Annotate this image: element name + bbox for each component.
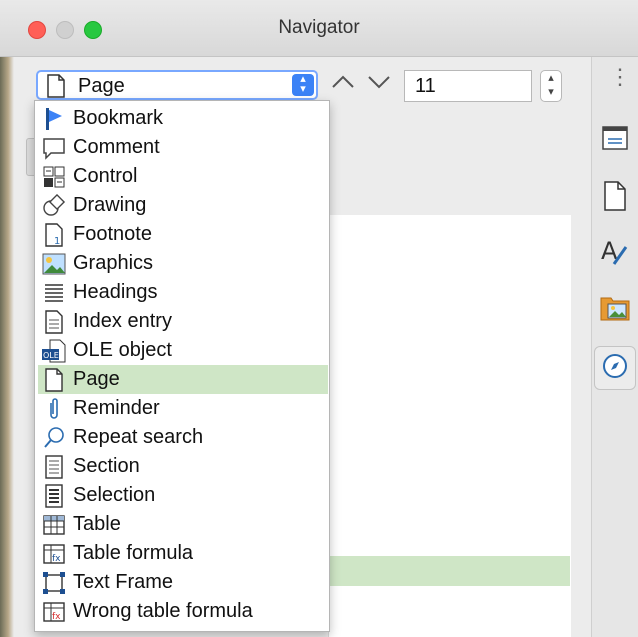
headings-icon bbox=[39, 280, 69, 306]
dropdown-item-table-formula[interactable]: fx Table formula bbox=[38, 539, 328, 568]
content-selected-row[interactable] bbox=[328, 556, 570, 586]
control-icon bbox=[39, 164, 69, 190]
svg-text:fx: fx bbox=[52, 612, 61, 622]
section-icon bbox=[39, 454, 69, 480]
dropdown-item-page[interactable]: Page bbox=[38, 365, 328, 394]
navigate-by-dropdown: Bookmark Comment Control Drawing 1 Footn… bbox=[34, 100, 330, 632]
index-entry-icon bbox=[39, 309, 69, 335]
previous-button[interactable] bbox=[330, 72, 356, 98]
navigator-deck-button[interactable] bbox=[594, 346, 636, 390]
page-icon bbox=[39, 367, 69, 393]
dropdown-item-graphics[interactable]: Graphics bbox=[38, 249, 328, 278]
dropdown-item-bookmark[interactable]: Bookmark bbox=[38, 104, 328, 133]
dropdown-item-index-entry[interactable]: Index entry bbox=[38, 307, 328, 336]
drawing-icon bbox=[39, 193, 69, 219]
table-icon bbox=[39, 512, 69, 538]
svg-text:OLE: OLE bbox=[43, 351, 59, 360]
dropdown-item-control[interactable]: Control bbox=[38, 162, 328, 191]
page-number-value: 11 bbox=[415, 75, 436, 97]
navigator-window: Navigator Page ▴ ▾ 11 ▴ ▾ ⋮ A Bookmark C… bbox=[0, 0, 638, 637]
footnote-icon: 1 bbox=[39, 222, 69, 248]
background-edge bbox=[0, 57, 14, 637]
dropdown-item-reminder[interactable]: Reminder bbox=[38, 394, 328, 423]
svg-text:fx: fx bbox=[52, 554, 61, 564]
dropdown-item-text-frame[interactable]: Text Frame bbox=[38, 568, 328, 597]
dropdown-item-ole-object[interactable]: OLE OLE object bbox=[38, 336, 328, 365]
dropdown-item-table[interactable]: Table bbox=[38, 510, 328, 539]
page-icon[interactable] bbox=[599, 180, 631, 212]
dropdown-item-selection[interactable]: Selection bbox=[38, 481, 328, 510]
bookmark-icon bbox=[39, 106, 69, 132]
table-formula-icon: fx bbox=[39, 541, 69, 567]
next-button[interactable] bbox=[366, 72, 392, 98]
comment-icon bbox=[39, 135, 69, 161]
repeat-search-icon bbox=[39, 425, 69, 451]
navigate-by-select[interactable]: Page ▴ ▾ bbox=[36, 70, 318, 100]
window-title: Navigator bbox=[278, 17, 360, 38]
dropdown-item-headings[interactable]: Headings bbox=[38, 278, 328, 307]
chevron-updown-icon: ▴ ▾ bbox=[292, 74, 314, 96]
page-number-field[interactable]: 11 bbox=[404, 70, 532, 102]
ole-object-icon: OLE bbox=[39, 338, 69, 364]
text-frame-icon bbox=[39, 570, 69, 596]
dropdown-item-comment[interactable]: Comment bbox=[38, 133, 328, 162]
navigate-by-value: Page bbox=[78, 75, 125, 97]
reminder-icon bbox=[39, 396, 69, 422]
more-options-icon[interactable]: ⋮ bbox=[609, 64, 631, 90]
properties-icon[interactable] bbox=[599, 122, 631, 154]
wrong-table-formula-icon: fx bbox=[39, 599, 69, 625]
dropdown-item-wrong-table-formula[interactable]: fx Wrong table formula bbox=[38, 597, 328, 626]
page-icon bbox=[46, 74, 66, 103]
graphics-icon bbox=[39, 251, 69, 277]
svg-text:1: 1 bbox=[54, 236, 60, 247]
gallery-icon[interactable] bbox=[599, 292, 631, 324]
navigator-icon bbox=[601, 352, 629, 385]
dropdown-item-drawing[interactable]: Drawing bbox=[38, 191, 328, 220]
dropdown-item-section[interactable]: Section bbox=[38, 452, 328, 481]
page-number-stepper[interactable]: ▴ ▾ bbox=[540, 70, 562, 102]
selection-icon bbox=[39, 483, 69, 509]
dropdown-item-footnote[interactable]: 1 Footnote bbox=[38, 220, 328, 249]
title-bar: Navigator bbox=[0, 0, 638, 57]
dropdown-item-repeat-search[interactable]: Repeat search bbox=[38, 423, 328, 452]
styles-icon[interactable]: A bbox=[599, 236, 631, 268]
